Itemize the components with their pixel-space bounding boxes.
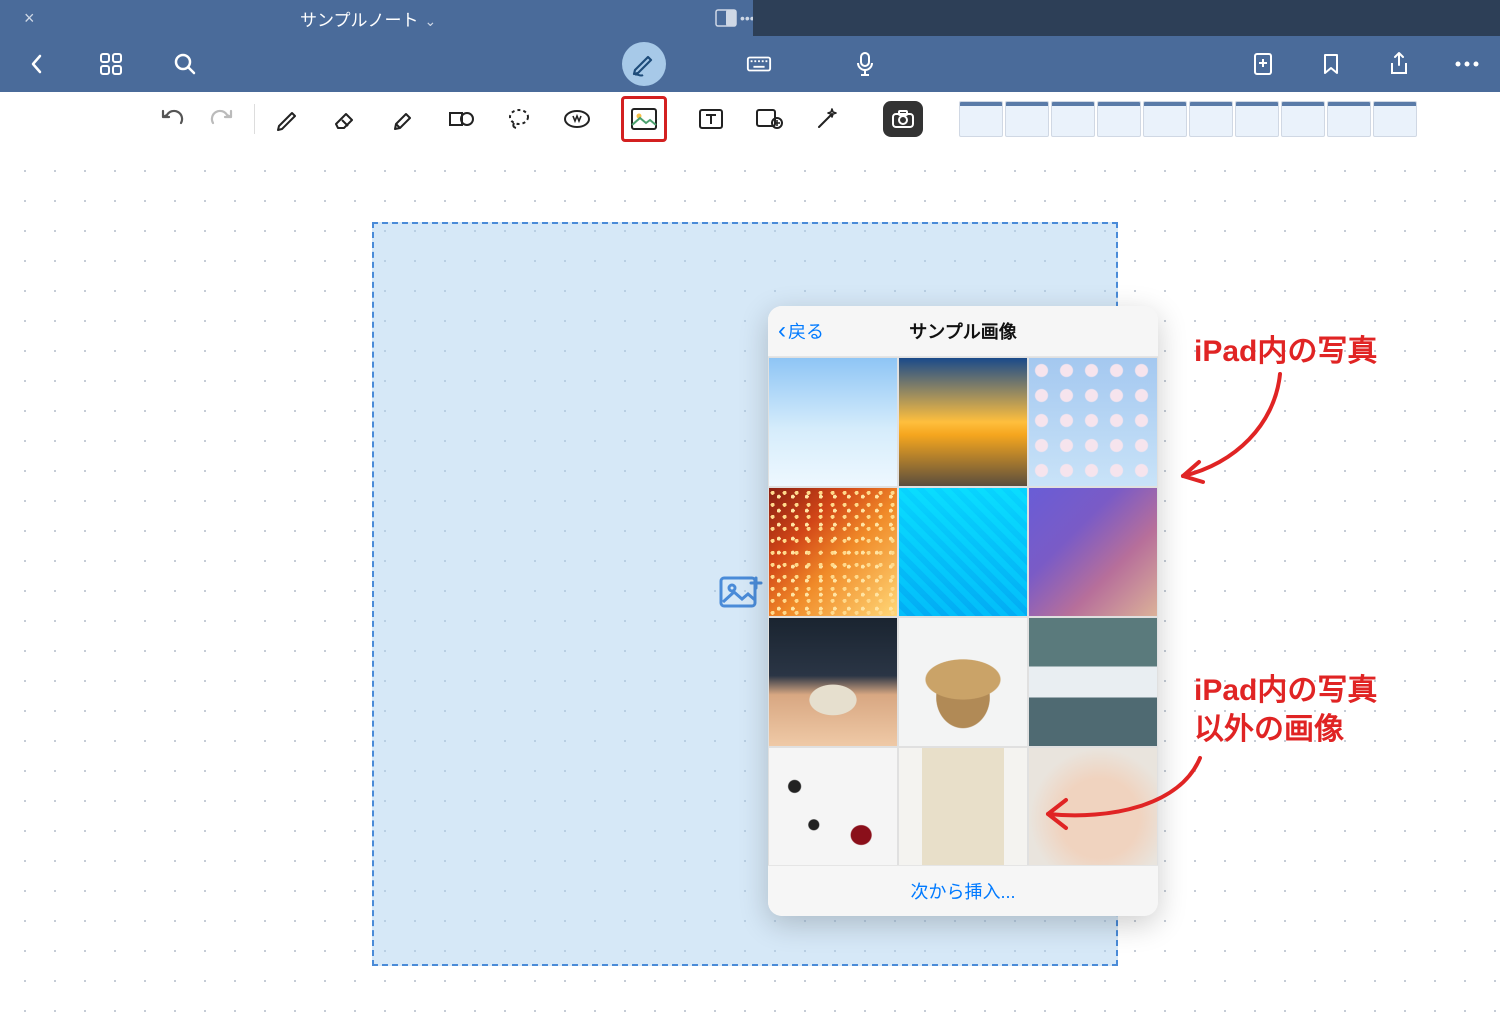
- grid-view-icon[interactable]: [98, 51, 124, 77]
- page-thumbnail[interactable]: [1143, 101, 1187, 137]
- sticker-tool-icon[interactable]: [755, 105, 783, 133]
- sample-image-straw-hat[interactable]: [898, 617, 1028, 747]
- image-picker-popover: ‹ 戻る サンプル画像 次から挿入...: [768, 306, 1158, 916]
- back-button[interactable]: ‹ 戻る: [778, 317, 824, 345]
- page-thumbnail[interactable]: [1097, 101, 1141, 137]
- sample-image-makeup-flatlay[interactable]: [768, 747, 898, 865]
- stamp-tool-icon[interactable]: [563, 105, 591, 133]
- popover-header: ‹ 戻る サンプル画像: [768, 306, 1158, 357]
- sample-image-pebble-hand[interactable]: [768, 617, 898, 747]
- pen-tool-icon[interactable]: [273, 105, 301, 133]
- search-icon[interactable]: [172, 51, 198, 77]
- sample-image-sunset-beach[interactable]: [898, 357, 1028, 487]
- camera-button[interactable]: [883, 101, 923, 137]
- draw-mode-button[interactable]: [622, 42, 666, 86]
- page-thumbnail[interactable]: [1189, 101, 1233, 137]
- close-icon[interactable]: ×: [24, 8, 35, 29]
- annotation-arrow-icon: [1165, 364, 1295, 494]
- document-title[interactable]: サンプルノート: [300, 6, 436, 31]
- page-thumbnail[interactable]: [1051, 101, 1095, 137]
- insert-from-link[interactable]: 次から挿入...: [910, 878, 1015, 904]
- split-view-icon[interactable]: [715, 9, 737, 27]
- shape-tool-icon[interactable]: [447, 105, 475, 133]
- divider: [254, 104, 255, 134]
- undo-icon[interactable]: [158, 105, 186, 133]
- popover-title: サンプル画像: [909, 318, 1016, 344]
- sample-image-winter-tree[interactable]: [768, 357, 898, 487]
- redo-icon[interactable]: [208, 105, 236, 133]
- status-bar: × サンプルノート •••: [0, 0, 1500, 36]
- page-thumbnail[interactable]: [1005, 101, 1049, 137]
- sample-image-baby-hands[interactable]: [1028, 747, 1158, 865]
- page-thumbnail[interactable]: [1373, 101, 1417, 137]
- bookmark-icon[interactable]: [1318, 51, 1344, 77]
- sample-image-canvas-bag[interactable]: [898, 747, 1028, 865]
- page-thumbnail[interactable]: [1281, 101, 1325, 137]
- annotation-other-images: iPad内の写真 以外の画像: [1194, 671, 1377, 749]
- page-thumbnails[interactable]: [959, 101, 1417, 137]
- share-icon[interactable]: [1386, 51, 1412, 77]
- sample-image-cherry-blossom[interactable]: [1028, 357, 1158, 487]
- page-thumbnail[interactable]: [1235, 101, 1279, 137]
- microphone-icon[interactable]: [852, 51, 878, 77]
- keyboard-icon[interactable]: [746, 51, 772, 77]
- back-label: 戻る: [788, 318, 824, 344]
- lasso-tool-icon[interactable]: [505, 105, 533, 133]
- page-thumbnail[interactable]: [959, 101, 1003, 137]
- sample-image-gradient-purple[interactable]: [1028, 487, 1158, 617]
- highlighter-tool-icon[interactable]: [389, 105, 417, 133]
- image-placeholder-icon: [718, 570, 764, 616]
- add-page-icon[interactable]: [1250, 51, 1276, 77]
- sample-image-autumn-leaves[interactable]: [768, 487, 898, 617]
- canvas-area[interactable]: ‹ 戻る サンプル画像 次から挿入... iPad内の写真 iPad内の写真: [0, 146, 1500, 1014]
- tool-toolbar: [0, 92, 1500, 147]
- eraser-tool-icon[interactable]: [331, 105, 359, 133]
- magic-tool-icon[interactable]: [813, 105, 841, 133]
- popover-footer: 次から挿入...: [768, 865, 1158, 916]
- app-top-bar: [0, 36, 1500, 92]
- sample-image-grid: [768, 357, 1158, 865]
- annotation-photos: iPad内の写真: [1194, 332, 1377, 371]
- secondary-app-panel: [753, 0, 1500, 36]
- chevron-left-icon: ‹: [778, 317, 786, 345]
- sample-image-pool-water[interactable]: [898, 487, 1028, 617]
- page-thumbnail[interactable]: [1327, 101, 1371, 137]
- more-icon[interactable]: [1454, 51, 1480, 77]
- image-tool-icon[interactable]: [621, 96, 667, 142]
- sample-image-knit-sweater[interactable]: [1028, 617, 1158, 747]
- back-icon[interactable]: [24, 51, 50, 77]
- text-tool-icon[interactable]: [697, 105, 725, 133]
